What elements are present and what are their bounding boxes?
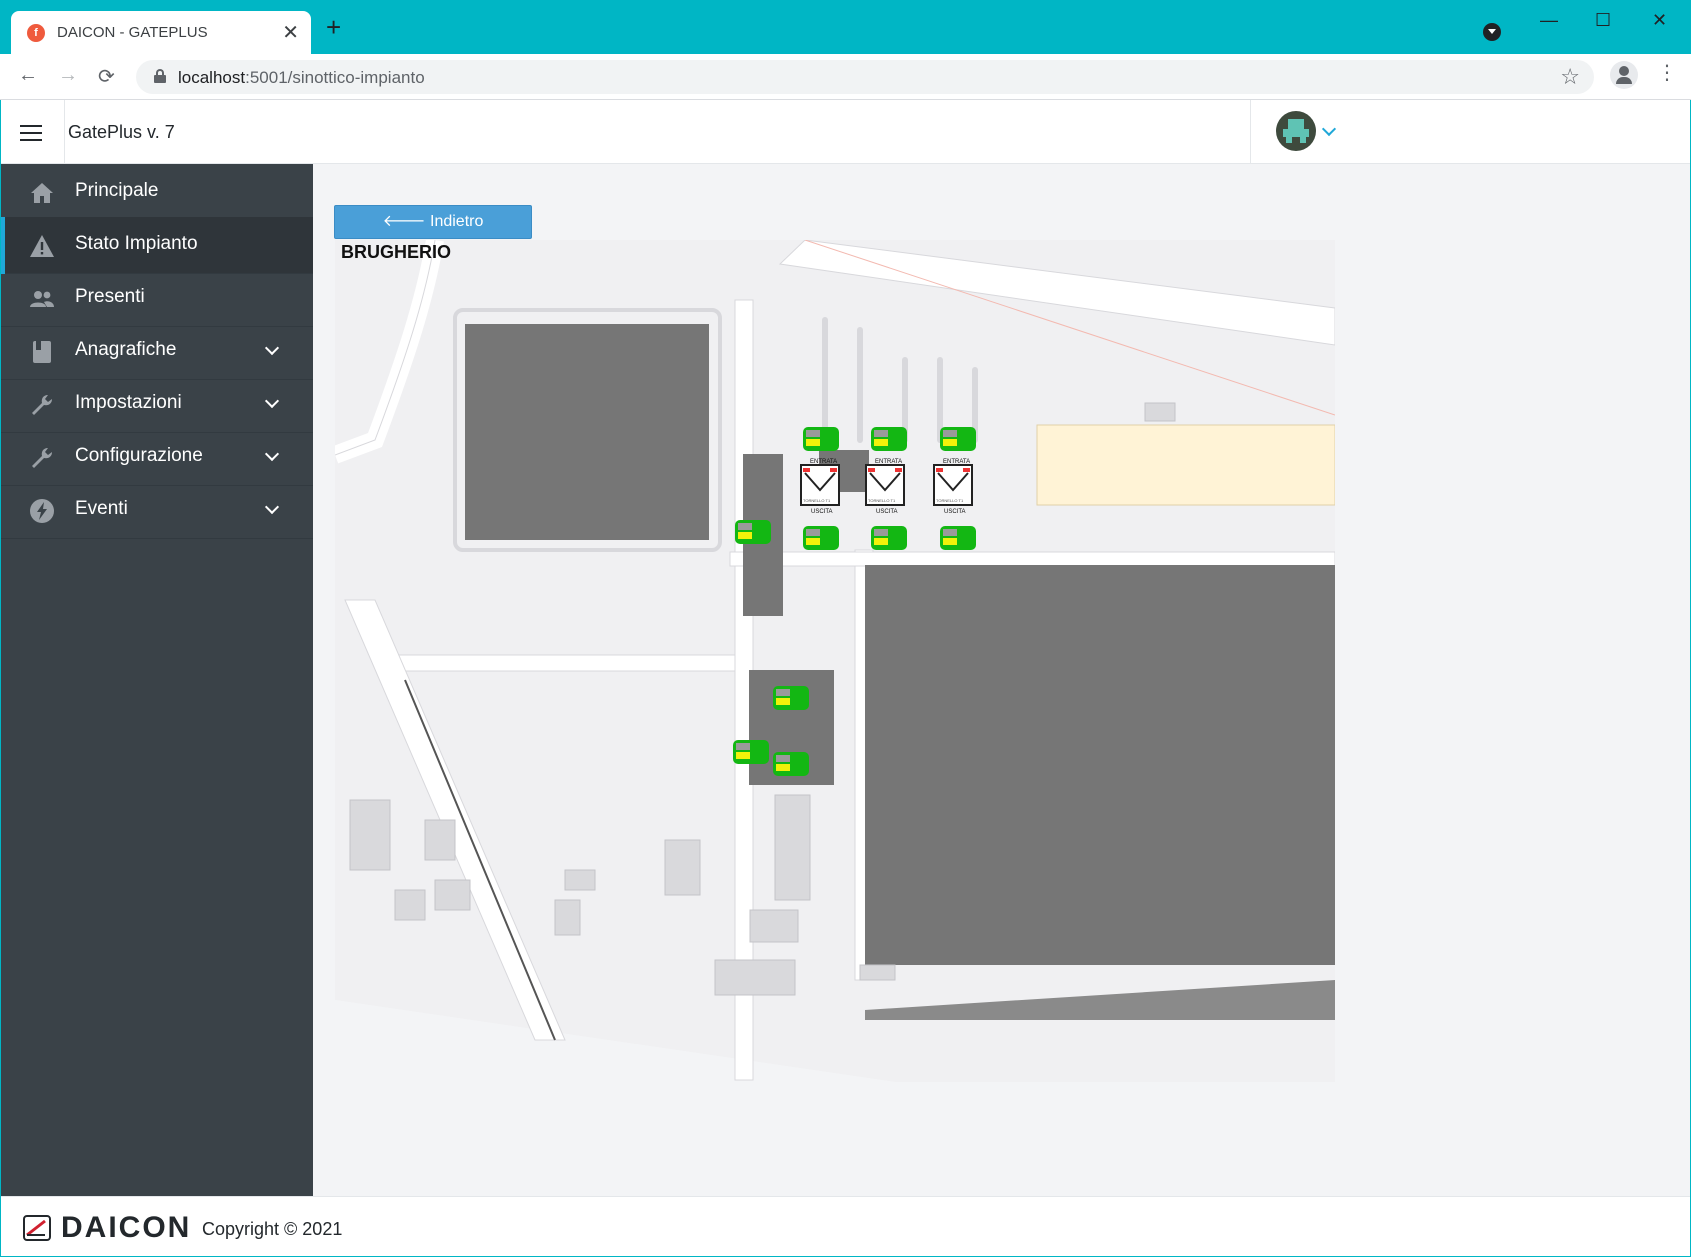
browser-tabbar: f DAICON - GATEPLUS ✕ + — ☐ ✕ (0, 0, 1691, 54)
brand-name: DAICON (61, 1211, 192, 1244)
turnstile-exit-label: USCITA (811, 509, 833, 515)
window-close-button[interactable]: ✕ (1652, 10, 1667, 31)
app-title: GatePlus v. 7 (68, 122, 175, 142)
hamburger-menu-icon[interactable] (20, 125, 42, 141)
tab-close-icon[interactable]: ✕ (282, 20, 299, 45)
reload-icon[interactable]: ⟳ (98, 64, 115, 89)
browser-tab[interactable]: f DAICON - GATEPLUS ✕ (11, 11, 311, 54)
maximize-button[interactable]: ☐ (1595, 10, 1611, 31)
warning-icon (30, 235, 54, 257)
chevron-down-icon[interactable] (1321, 121, 1337, 137)
sidebar-item-label: Impostazioni (75, 392, 182, 413)
chevron-down-icon (264, 446, 280, 462)
sidebar-item-anagrafiche[interactable]: Anagrafiche (1, 323, 313, 380)
turnstile-exit-label: USCITA (944, 509, 966, 515)
browser-toolbar: ← → ⟳ localhost:5001/sinottico-impianto … (0, 54, 1691, 100)
sidebar-item-label: Configurazione (75, 445, 203, 466)
copyright-text: Copyright © 2021 (202, 1219, 343, 1239)
reader-device[interactable] (773, 686, 809, 710)
sidebar-item-label: Stato Impianto (75, 233, 198, 254)
sidebar-item-presenti[interactable]: Presenti (1, 270, 313, 327)
back-button[interactable]: 🡐 Indietro (334, 205, 532, 239)
home-icon (31, 183, 53, 203)
app: GatePlus v. 7 Principale Stato Impianto (1, 100, 1690, 1256)
url-text[interactable]: localhost:5001/sinottico-impianto (178, 68, 425, 88)
forward-arrow-icon[interactable]: → (58, 64, 78, 87)
reader-device[interactable] (871, 427, 907, 451)
sidebar-item-impostazioni[interactable]: Impostazioni (1, 376, 313, 433)
sidebar-item-label: Principale (75, 180, 159, 201)
bookmark-star-icon[interactable]: ☆ (1560, 64, 1580, 90)
reader-device[interactable] (773, 752, 809, 776)
header-divider (64, 100, 65, 164)
sidebar-item-label: Presenti (75, 286, 145, 307)
lock-icon (154, 69, 166, 83)
turnstile-exit-label: USCITA (876, 509, 898, 515)
user-avatar[interactable] (1276, 111, 1316, 151)
daicon-logo-icon (23, 1215, 51, 1241)
main-content: ENTRATA ENTRATA ENTRATA USCITA USCITA US… (313, 164, 1690, 1196)
browser-menu-icon[interactable]: ⋮ (1657, 63, 1677, 83)
site-map: ENTRATA ENTRATA ENTRATA USCITA USCITA US… (335, 240, 1335, 1082)
reader-device[interactable] (733, 740, 769, 764)
reader-device[interactable] (803, 526, 839, 550)
sidebar-item-configurazione[interactable]: Configurazione (1, 429, 313, 486)
turnstile-entry-label: ENTRATA (875, 459, 902, 465)
turnstile-caption: TORNELLO T1 (868, 498, 896, 503)
header-divider (1250, 100, 1251, 164)
turnstile-entry-label: ENTRATA (943, 459, 970, 465)
app-header: GatePlus v. 7 (1, 100, 1690, 164)
reader-device[interactable] (940, 427, 976, 451)
turnstile-entry-label: ENTRATA (810, 459, 837, 465)
app-footer: DAICON Copyright © 2021 (1, 1196, 1690, 1256)
sidebar-item-stato-impianto[interactable]: Stato Impianto (1, 217, 313, 274)
sidebar-item-label: Eventi (75, 498, 128, 519)
back-arrow-icon[interactable]: ← (18, 64, 38, 87)
wrench-icon (32, 395, 52, 415)
sidebar-item-eventi[interactable]: Eventi (1, 482, 313, 539)
reader-device[interactable] (940, 526, 976, 550)
turnstile-caption: TORNELLO T1 (936, 498, 964, 503)
favicon-icon: f (27, 24, 45, 42)
reader-device[interactable] (871, 526, 907, 550)
reader-device[interactable] (803, 427, 839, 451)
new-tab-button[interactable]: + (326, 14, 341, 40)
reader-device[interactable] (735, 520, 771, 544)
sidebar-item-principale[interactable]: Principale (1, 164, 313, 221)
chevron-down-icon (264, 499, 280, 515)
turnstile-caption: TORNELLO T1 (803, 498, 831, 503)
sidebar-item-label: Anagrafiche (75, 339, 177, 360)
chevron-down-icon (264, 340, 280, 356)
tab-search-icon[interactable] (1483, 23, 1501, 41)
bolt-icon (30, 499, 54, 523)
wrench-icon (32, 448, 52, 468)
address-bar[interactable]: localhost:5001/sinottico-impianto ☆ (136, 60, 1594, 94)
book-icon (33, 341, 51, 363)
sidebar: Principale Stato Impianto Presenti Anagr… (1, 164, 313, 1196)
chevron-down-icon (264, 393, 280, 409)
people-icon (30, 291, 54, 307)
site-name: BRUGHERIO (341, 242, 452, 262)
tab-title: DAICON - GATEPLUS (57, 24, 208, 41)
account-icon[interactable] (1610, 61, 1638, 89)
minimize-button[interactable]: — (1540, 10, 1558, 31)
